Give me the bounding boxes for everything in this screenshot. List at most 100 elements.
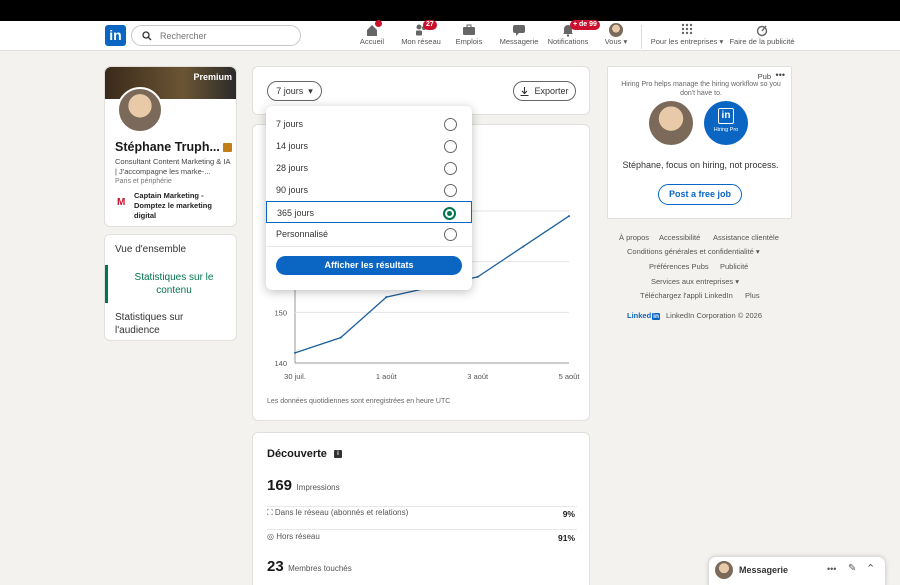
- messaging-bar[interactable]: Messagerie ••• ✎ ⌃: [708, 556, 886, 585]
- nav-advertise[interactable]: Faire de la publicité: [727, 23, 797, 46]
- data-point: [476, 275, 479, 278]
- download-icon: [520, 86, 529, 96]
- nav-business-label: Pour les entreprises: [650, 37, 718, 46]
- footer-app[interactable]: Téléchargez l'appli LinkedIn: [640, 291, 733, 300]
- period-option-7[interactable]: 7 jours: [266, 113, 472, 135]
- profile-avatar[interactable]: [117, 87, 163, 133]
- period-option-custom[interactable]: Personnalisé: [266, 223, 472, 245]
- profile-card: Premium Stéphane Truph... Consultant Con…: [104, 66, 237, 227]
- period-option-14[interactable]: 14 jours: [266, 135, 472, 157]
- footer-more[interactable]: Plus: [745, 291, 760, 300]
- data-point: [568, 215, 570, 218]
- search-input[interactable]: [160, 30, 290, 41]
- nav-jobs-label: Emplois: [455, 37, 483, 46]
- footer-brand-text: Linked: [627, 311, 652, 320]
- nav-audience-stats[interactable]: Statistiques sur l'audience: [115, 311, 225, 337]
- footer-support[interactable]: Assistance clientèle: [713, 233, 779, 242]
- y-tick-label: 140: [274, 359, 287, 368]
- radio-button-selected[interactable]: [443, 207, 456, 220]
- divider: [267, 529, 577, 530]
- nav-notifications-label: Notifications: [547, 37, 589, 46]
- footer-advertising[interactable]: Publicité: [720, 262, 748, 271]
- footer-about[interactable]: À propos: [619, 233, 649, 242]
- me-avatar: [609, 23, 623, 37]
- radio-button[interactable]: [444, 162, 457, 175]
- home-dot: [375, 20, 382, 27]
- period-dropdown-menu: 7 jours 14 jours 28 jours 90 jours 365 j…: [266, 106, 472, 290]
- footer-business-label: Services aux entreprises: [651, 277, 734, 286]
- ad-teaser: Hiring Pro helps manage the hiring workf…: [621, 81, 781, 97]
- compose-icon[interactable]: ✎: [848, 563, 856, 574]
- x-tick-label: 3 août: [467, 372, 489, 381]
- x-tick-label: 1 août: [376, 372, 398, 381]
- profile-name[interactable]: Stéphane Truph...: [115, 140, 220, 154]
- briefcase-icon: [454, 23, 484, 37]
- outside-label: Hors réseau: [276, 532, 320, 541]
- export-button[interactable]: Exporter: [513, 81, 576, 101]
- period-option-365[interactable]: 365 jours: [266, 201, 472, 223]
- option-label: 28 jours: [276, 163, 309, 173]
- period-label: 7 jours: [276, 86, 304, 96]
- profile-company[interactable]: Captain Marketing - Domptez le marketing…: [134, 191, 229, 221]
- people-icon: 27: [400, 20, 442, 37]
- chart-footnote: Les données quotidiennes sont enregistré…: [267, 398, 451, 405]
- more-icon[interactable]: •••: [827, 564, 836, 574]
- option-label: 90 jours: [276, 185, 309, 195]
- show-results-button[interactable]: Afficher les résultats: [276, 256, 462, 275]
- linkedin-logo[interactable]: in: [105, 25, 126, 46]
- network-row: ⛶ Dans le réseau (abonnés et relations): [267, 508, 408, 518]
- period-option-90[interactable]: 90 jours: [266, 179, 472, 201]
- footer-business-services[interactable]: Services aux entreprises ▾: [651, 277, 739, 286]
- option-label: 7 jours: [276, 119, 304, 129]
- data-point: [294, 351, 296, 354]
- divider: [267, 506, 577, 507]
- impressions-row: 169 Impressions: [267, 477, 340, 495]
- radio-button[interactable]: [444, 140, 457, 153]
- nav-home-label: Accueil: [359, 37, 385, 46]
- more-icon[interactable]: •••: [776, 70, 785, 80]
- nav-home[interactable]: Accueil: [358, 20, 386, 46]
- search-bar[interactable]: [131, 25, 301, 46]
- global-nav: in Accueil 27 Mon réseau Emplois Message…: [0, 20, 900, 51]
- nav-business[interactable]: Pour les entreprises ▾: [648, 23, 726, 46]
- discovery-title: Découverte: [267, 448, 327, 460]
- messaging-avatar: [715, 561, 733, 579]
- radio-button[interactable]: [444, 118, 457, 131]
- network-pct: 9%: [562, 509, 575, 519]
- chevron-up-icon[interactable]: ⌃: [866, 562, 875, 575]
- option-label: 365 jours: [277, 208, 315, 218]
- impressions-label: Impressions: [296, 483, 340, 492]
- info-icon[interactable]: i: [333, 450, 342, 459]
- data-point: [385, 296, 388, 299]
- period-dropdown-button[interactable]: 7 jours ▾: [267, 81, 322, 101]
- network-icon: ⛶: [267, 508, 273, 517]
- nav-overview[interactable]: Vue d'ensemble: [115, 244, 186, 255]
- discovery-card: Découverte i 169 Impressions ⛶ Dans le r…: [252, 432, 590, 585]
- outside-pct: 91%: [557, 533, 575, 543]
- nav-me[interactable]: Vous ▾: [601, 23, 631, 46]
- period-option-28[interactable]: 28 jours: [266, 157, 472, 179]
- chat-icon: [497, 23, 541, 37]
- nav-advertise-label: Faire de la publicité: [729, 37, 795, 46]
- nav-notifications[interactable]: + de 99 Notifications: [545, 20, 600, 46]
- radio-button[interactable]: [444, 184, 457, 197]
- members-row: 23 Membres touchés: [267, 558, 352, 576]
- footer-accessibility[interactable]: Accessibilité: [659, 233, 700, 242]
- nav-content-stats[interactable]: Statistiques sur le contenu: [119, 271, 229, 297]
- post-job-button[interactable]: Post a free job: [658, 184, 742, 205]
- nav-jobs[interactable]: Emplois: [454, 23, 484, 46]
- radio-button[interactable]: [444, 228, 457, 241]
- profile-name-row[interactable]: Stéphane Truph...: [115, 140, 233, 154]
- chevron-down-icon: ▾: [717, 37, 724, 46]
- analytics-nav-card: Vue d'ensemble Statistiques sur le conte…: [104, 234, 237, 341]
- option-label: Personnalisé: [276, 229, 329, 239]
- active-indicator: [105, 265, 108, 303]
- footer-ad-prefs[interactable]: Préférences Pubs: [649, 262, 709, 271]
- footer-terms[interactable]: Conditions générales et confidentialité …: [627, 247, 760, 256]
- ad-card: Pub ••• Hiring Pro helps manage the hiri…: [607, 66, 792, 219]
- chevron-down-icon: ▾: [621, 37, 628, 46]
- nav-messaging[interactable]: Messagerie: [497, 23, 541, 46]
- hiring-pro-badge: in Hiring Pro: [704, 101, 748, 145]
- nav-network[interactable]: 27 Mon réseau: [400, 20, 442, 46]
- linkedin-logo-icon: in: [718, 108, 734, 124]
